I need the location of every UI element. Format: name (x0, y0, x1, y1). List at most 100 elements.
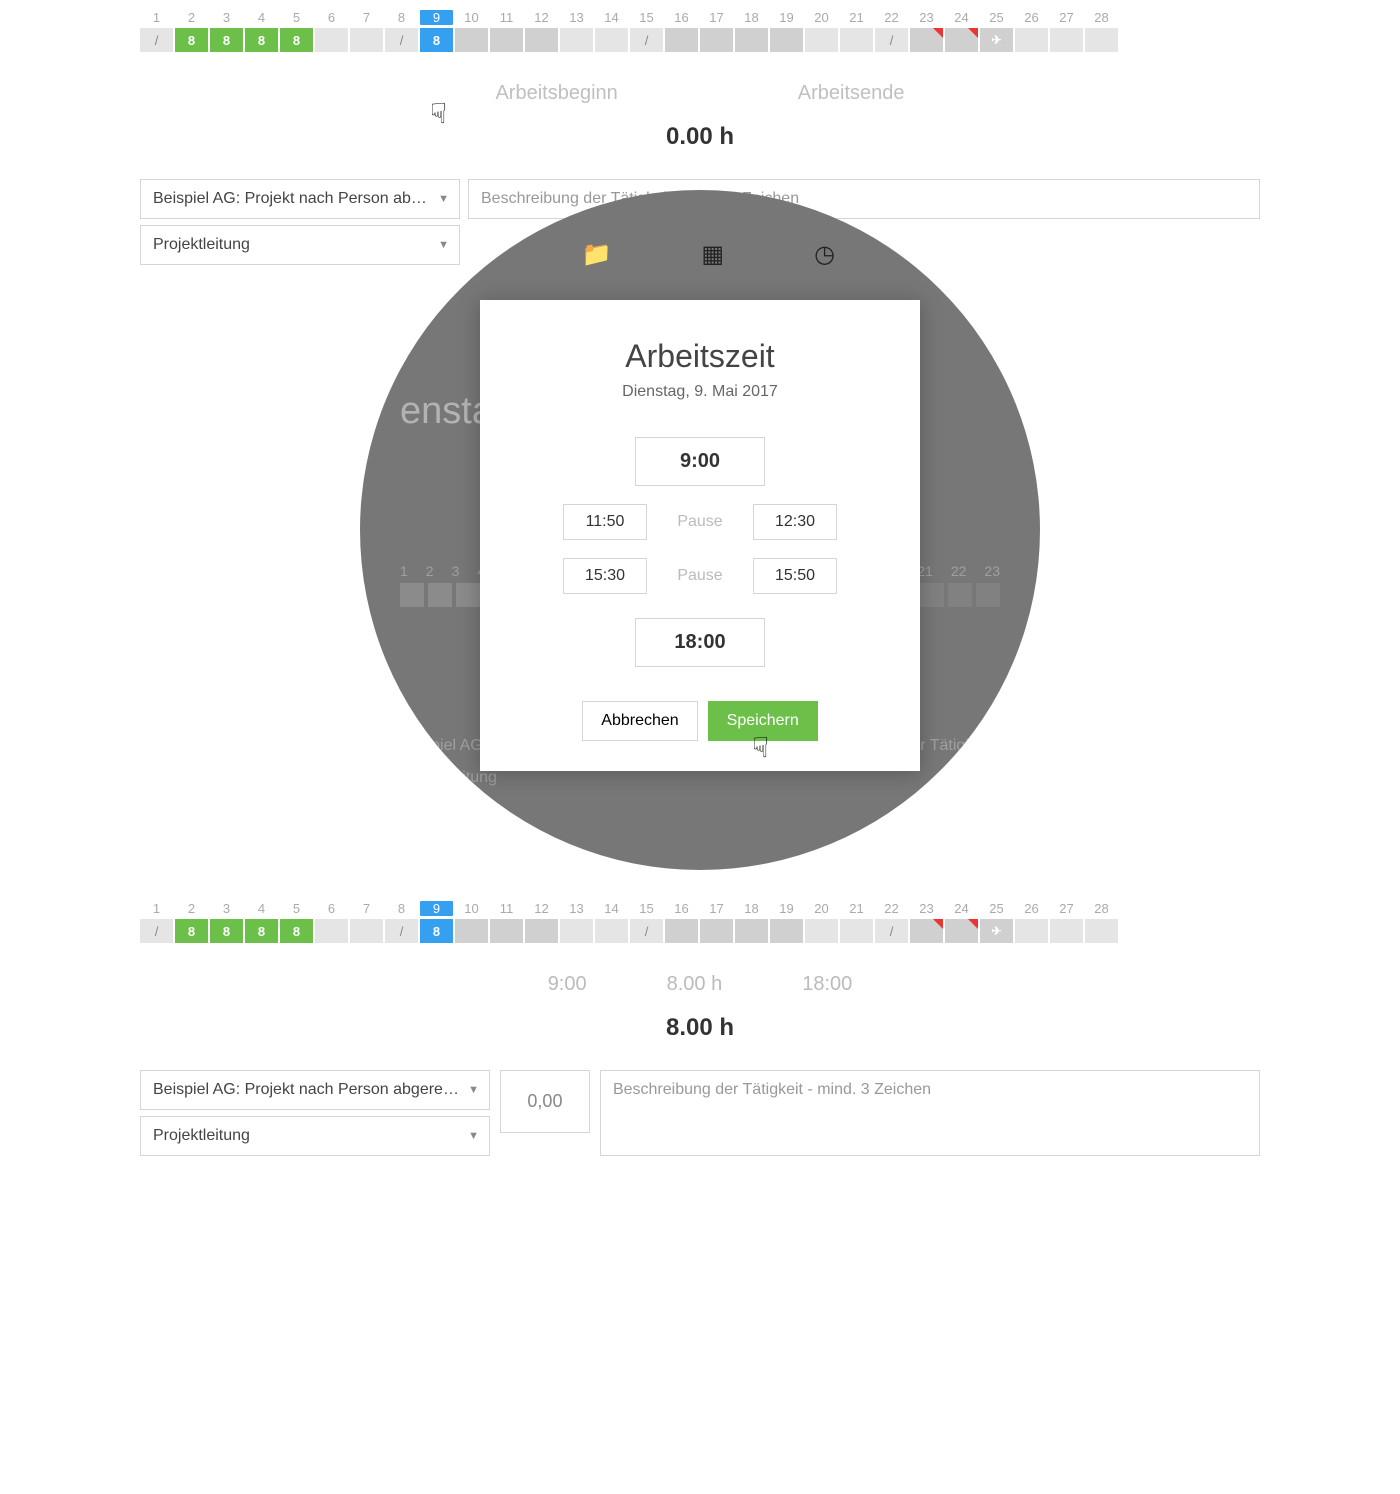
day-box[interactable] (595, 28, 628, 52)
day-number[interactable]: 4 (245, 901, 278, 916)
cancel-button[interactable]: Abbrechen (582, 701, 697, 741)
day-number[interactable]: 6 (315, 901, 348, 916)
day-number[interactable]: 22 (875, 901, 908, 916)
day-number[interactable]: 21 (840, 10, 873, 25)
day-number[interactable]: 1 (140, 901, 173, 916)
day-number[interactable]: 12 (525, 901, 558, 916)
day-box[interactable]: 8 (175, 28, 208, 52)
day-box[interactable] (315, 28, 348, 52)
day-number[interactable]: 6 (315, 10, 348, 25)
day-box[interactable] (490, 28, 523, 52)
day-number[interactable]: 23 (910, 10, 943, 25)
day-number[interactable]: 8 (385, 901, 418, 916)
day-number[interactable]: 28 (1085, 10, 1118, 25)
day-number[interactable]: 27 (1050, 901, 1083, 916)
day-number[interactable]: 11 (490, 10, 523, 25)
day-number[interactable]: 2 (175, 10, 208, 25)
day-box[interactable] (805, 28, 838, 52)
day-number[interactable]: 25 (980, 10, 1013, 25)
day-number[interactable]: 18 (735, 901, 768, 916)
start-time-input[interactable]: 9:00 (635, 437, 765, 486)
day-number[interactable]: 16 (665, 10, 698, 25)
day-box[interactable] (350, 28, 383, 52)
day-box[interactable]: / (875, 28, 908, 52)
day-box[interactable] (455, 28, 488, 52)
day-box[interactable] (490, 919, 523, 943)
hours-input[interactable]: 0,00 (500, 1070, 590, 1133)
day-box[interactable] (1085, 28, 1118, 52)
day-box[interactable] (840, 919, 873, 943)
day-box[interactable] (455, 919, 488, 943)
day-number[interactable]: 20 (805, 901, 838, 916)
day-box[interactable] (945, 919, 978, 943)
day-box[interactable] (770, 919, 803, 943)
day-box[interactable] (525, 919, 558, 943)
day-number[interactable]: 24 (945, 10, 978, 25)
day-box[interactable]: 8 (210, 919, 243, 943)
day-box[interactable]: 8 (245, 28, 278, 52)
day-number[interactable]: 7 (350, 10, 383, 25)
day-number[interactable]: 13 (560, 901, 593, 916)
work-begin-label[interactable]: Arbeitsbeginn (495, 82, 617, 105)
day-box[interactable]: / (630, 28, 663, 52)
day-number[interactable]: 18 (735, 10, 768, 25)
day-number[interactable]: 11 (490, 901, 523, 916)
day-box[interactable]: 8 (210, 28, 243, 52)
day-number[interactable]: 3 (210, 10, 243, 25)
day-box[interactable]: 8 (280, 919, 313, 943)
day-box[interactable] (700, 919, 733, 943)
day-number[interactable]: 17 (700, 10, 733, 25)
save-button[interactable]: Speichern (708, 701, 818, 741)
day-box[interactable] (840, 28, 873, 52)
day-box[interactable] (525, 28, 558, 52)
day-number[interactable]: 13 (560, 10, 593, 25)
day-box[interactable]: 8 (175, 919, 208, 943)
day-box[interactable]: 8 (245, 919, 278, 943)
day-box[interactable] (560, 919, 593, 943)
day-box[interactable] (665, 28, 698, 52)
day-box[interactable] (1050, 28, 1083, 52)
day-box[interactable] (700, 28, 733, 52)
day-box[interactable]: ✈ (980, 28, 1013, 52)
day-box[interactable]: / (140, 28, 173, 52)
day-box[interactable] (665, 919, 698, 943)
pause1-to-input[interactable]: 12:30 (753, 504, 837, 540)
end-time-input[interactable]: 18:00 (635, 618, 765, 667)
day-box[interactable] (910, 28, 943, 52)
day-number[interactable]: 21 (840, 901, 873, 916)
day-number[interactable]: 26 (1015, 10, 1048, 25)
day-box[interactable] (735, 28, 768, 52)
day-number[interactable]: 28 (1085, 901, 1118, 916)
day-number[interactable]: 15 (630, 10, 663, 25)
day-box[interactable] (560, 28, 593, 52)
day-box[interactable] (1050, 919, 1083, 943)
day-number[interactable]: 27 (1050, 10, 1083, 25)
day-number[interactable]: 9 (420, 901, 453, 916)
day-box[interactable] (910, 919, 943, 943)
day-number[interactable]: 17 (700, 901, 733, 916)
day-box[interactable]: 8 (420, 919, 453, 943)
day-box[interactable] (1015, 28, 1048, 52)
day-box[interactable] (1085, 919, 1118, 943)
day-number[interactable]: 19 (770, 901, 803, 916)
day-number[interactable]: 23 (910, 901, 943, 916)
day-number[interactable]: 8 (385, 10, 418, 25)
work-end-label[interactable]: Arbeitsende (798, 82, 905, 105)
day-number[interactable]: 5 (280, 901, 313, 916)
day-box[interactable] (805, 919, 838, 943)
day-box[interactable] (1015, 919, 1048, 943)
pause2-from-input[interactable]: 15:30 (563, 558, 647, 594)
pause2-to-input[interactable]: 15:50 (753, 558, 837, 594)
role-select[interactable]: Projektleitung▼ (140, 1116, 490, 1156)
day-box[interactable] (735, 919, 768, 943)
day-box[interactable]: 8 (280, 28, 313, 52)
day-box[interactable]: / (875, 919, 908, 943)
day-number[interactable]: 24 (945, 901, 978, 916)
day-box[interactable] (595, 919, 628, 943)
day-number[interactable]: 3 (210, 901, 243, 916)
day-number[interactable]: 14 (595, 901, 628, 916)
day-number[interactable]: 2 (175, 901, 208, 916)
day-number[interactable]: 1 (140, 10, 173, 25)
day-number[interactable]: 19 (770, 10, 803, 25)
day-box[interactable] (770, 28, 803, 52)
